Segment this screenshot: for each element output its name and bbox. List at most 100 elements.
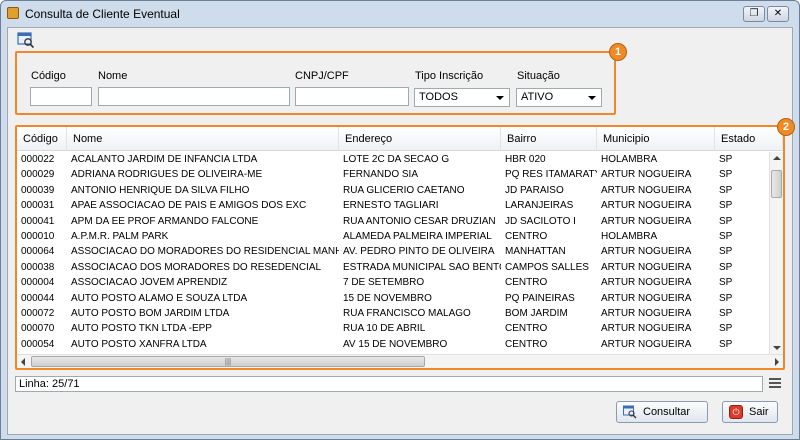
column-header-estado[interactable]: Estado [715,127,783,151]
cell-municipio: ARTUR NOGUEIRA [601,338,692,350]
cell-bairro: JD SACILOTO I [505,215,576,227]
cell-nome: ASSOCIACAO DOS MORADORES DO RESEDENCIAL [71,261,322,273]
table-row[interactable]: 000038 ASSOCIACAO DOS MORADORES DO RESEDE… [17,260,769,275]
table-row[interactable]: 000010 A.P.M.R. PALM PARK ALAMEDA PALMEIRA… [17,229,769,244]
cell-endereco: ESTRADA MUNICIPAL SAO BENTO [343,261,501,273]
cell-codigo: 000064 [21,246,55,258]
cell-endereco: AV. PEDRO PINTO DE OLIVEIRA [343,246,495,258]
cell-municipio: ARTUR NOGUEIRA [601,261,692,273]
cell-nome: APAE ASSOCIACAO DE PAIS E AMIGOS DOS EXC [71,200,307,212]
tipo-inscricao-label: Tipo Inscrição [415,70,484,82]
cell-estado: SP [719,246,733,258]
cell-endereco: AV 15 DE NOVEMBRO [343,338,448,350]
cell-estado: SP [719,169,733,181]
cell-municipio: ARTUR NOGUEIRA [601,307,692,319]
cell-bairro: CENTRO [505,230,548,242]
column-header-bairro[interactable]: Bairro [501,127,597,151]
scroll-down-icon[interactable] [773,346,781,350]
cell-municipio: ARTUR NOGUEIRA [601,292,692,304]
status-bar: Linha: 25/71 [15,376,763,392]
cell-municipio: ARTUR NOGUEIRA [601,277,692,289]
cell-codigo: 000070 [21,323,55,335]
cell-endereco: ALAMEDA PALMEIRA IMPERIAL [343,230,492,242]
grid-badge: 2 [777,118,795,136]
cell-nome: A.P.M.R. PALM PARK [71,230,169,242]
cell-nome: ADRIANA RODRIGUES DE OLIVEIRA-ME [71,169,263,181]
vertical-scrollbar[interactable] [769,152,783,354]
cell-endereco: RUA 10 DE ABRIL [343,323,426,335]
cell-bairro: HBR 020 [505,154,546,165]
cell-nome: AUTO POSTO BOM JARDIM LTDA [71,307,230,319]
cell-municipio: ARTUR NOGUEIRA [601,169,692,181]
tipo-inscricao-select[interactable]: TODOS [414,88,510,107]
cell-estado: SP [719,277,733,289]
table-row[interactable]: 000031 APAE ASSOCIACAO DE PAIS E AMIGOS D… [17,198,769,213]
cell-estado: SP [719,338,733,350]
cell-nome: AUTO POSTO XANFRA LTDA [71,338,207,350]
nome-input[interactable] [98,87,290,106]
horizontal-scrollbar[interactable]: ||| [17,354,783,368]
cell-nome: ASSOCIACAO JOVEM APRENDIZ [71,277,228,289]
cnpj-input[interactable] [295,87,409,106]
scroll-up-icon[interactable] [773,156,781,160]
cell-municipio: ARTUR NOGUEIRA [601,200,692,212]
table-row[interactable]: 000072 AUTO POSTO BOM JARDIM LTDA RUA FRAN… [17,306,769,321]
cell-codigo: 000072 [21,307,55,319]
cell-codigo: 000029 [21,169,55,181]
window-title: Consulta de Cliente Eventual [25,7,180,21]
sair-label: Sair [749,406,769,418]
cell-endereco: RUA ANTONIO CESAR DRUZIAN [343,215,496,227]
cell-municipio: HOLAMBRA [601,154,658,165]
chevron-down-icon [588,96,596,100]
cell-estado: SP [719,307,733,319]
cell-estado: SP [719,184,733,196]
search-window-icon[interactable] [17,31,35,49]
cell-bairro: CAMPOS SALLES [505,261,589,273]
app-icon [7,7,19,19]
restore-button[interactable]: ❐ [743,6,765,22]
cell-municipio: ARTUR NOGUEIRA [601,184,692,196]
situacao-select[interactable]: ATIVO [516,88,602,107]
table-row[interactable]: 000070 AUTO POSTO TKN LTDA -EPP RUA 10 DE … [17,321,769,336]
horizontal-scroll-thumb[interactable]: ||| [31,356,425,367]
consultar-label: Consultar [643,406,691,418]
close-button[interactable]: ✕ [767,6,789,22]
grid-header: Código Nome Endereço Bairro Municipio Es… [17,127,783,151]
consultar-button[interactable]: Consultar [616,401,708,423]
table-row[interactable]: 000054 AUTO POSTO XANFRA LTDA AV 15 DE NOV… [17,337,769,352]
cnpj-label: CNPJ/CPF [295,70,349,82]
column-header-municipio[interactable]: Municipio [597,127,715,151]
cell-endereco: 7 DE SETEMBRO [343,277,425,289]
cell-municipio: HOLAMBRA [601,230,658,242]
table-row[interactable]: 000039 ANTONIO HENRIQUE DA SILVA FILHO RUA… [17,183,769,198]
codigo-input[interactable] [30,87,92,106]
table-row[interactable]: 000044 AUTO POSTO ALAMO E SOUZA LTDA 15 DE… [17,291,769,306]
scroll-right-icon[interactable] [775,358,779,366]
chevron-down-icon [496,96,504,100]
table-row[interactable]: 000004 ASSOCIACAO JOVEM APRENDIZ 7 DE SETE… [17,275,769,290]
cell-bairro: PQ PAINEIRAS [505,292,575,304]
cell-bairro: LARANJEIRAS [505,200,574,212]
table-row[interactable]: 000022 ACALANTO JARDIM DE INFANCIA LTDA LO… [17,152,769,167]
sair-button[interactable]: ⏻ Sair [722,401,778,423]
column-header-codigo[interactable]: Código [17,127,67,151]
cell-codigo: 000039 [21,184,55,196]
cell-estado: SP [719,215,733,227]
cell-codigo: 000031 [21,200,55,212]
cell-municipio: ARTUR NOGUEIRA [601,246,692,258]
cell-bairro: BOM JARDIM [505,307,568,319]
vertical-scroll-thumb[interactable] [771,170,782,198]
table-row[interactable]: 000064 ASSOCIACAO DO MORADORES DO RESIDEN… [17,244,769,259]
scroll-left-icon[interactable] [21,358,25,366]
table-row[interactable]: 000041 APM DA EE PROF ARMANDO FALCONE RUA … [17,214,769,229]
cell-bairro: PQ RES ITAMARATY [505,169,597,181]
column-header-endereco[interactable]: Endereço [339,127,501,151]
cell-estado: SP [719,261,733,273]
menu-icon[interactable] [769,378,781,390]
cell-nome: ASSOCIACAO DO MORADORES DO RESIDENCIAL M… [71,246,339,258]
column-header-nome[interactable]: Nome [67,127,339,151]
filter-badge: 1 [609,43,627,61]
cell-bairro: CENTRO [505,277,548,289]
table-row[interactable]: 000029 ADRIANA RODRIGUES DE OLIVEIRA-ME FE… [17,167,769,182]
window: Consulta de Cliente Eventual ❐ ✕ 1 Códig… [0,0,800,440]
